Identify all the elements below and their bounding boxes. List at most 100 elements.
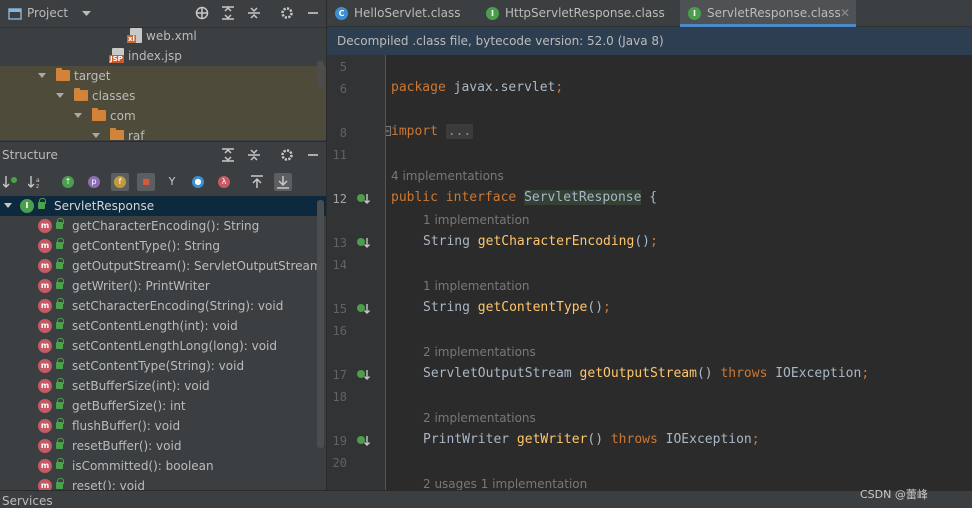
close-icon[interactable]: ✕ xyxy=(840,0,850,27)
autoscroll-to-source-icon[interactable] xyxy=(250,175,264,189)
tree-item-target[interactable]: target xyxy=(0,66,326,86)
implemented-icon[interactable] xyxy=(356,302,370,316)
structure-member[interactable]: m flushBuffer(): void xyxy=(0,416,326,436)
show-properties-button[interactable]: p xyxy=(85,173,103,191)
member-label: setContentLength(int): void xyxy=(72,319,238,333)
chevron-down-icon[interactable] xyxy=(74,113,82,118)
collapse-all-icon[interactable] xyxy=(247,6,261,20)
sort-visibility-icon[interactable] xyxy=(3,175,19,189)
method-icon: m xyxy=(38,339,52,353)
implementations-hint[interactable]: 1 implementation xyxy=(423,209,530,231)
minimize-icon[interactable] xyxy=(306,148,320,162)
structure-member[interactable]: m setContentType(String): void xyxy=(0,356,326,376)
code-line-import: import ... xyxy=(391,124,474,139)
structure-member[interactable]: m reset(): void xyxy=(0,476,326,490)
structure-member[interactable]: m getOutputStream(): ServletOutputStream xyxy=(0,256,326,276)
project-icon xyxy=(8,8,22,20)
project-title[interactable]: Project xyxy=(27,6,68,20)
member-label: setContentLengthLong(long): void xyxy=(72,339,278,353)
public-icon xyxy=(56,258,64,269)
tree-item-index-jsp[interactable]: JSP index.jsp xyxy=(0,46,326,66)
sort-alpha-icon[interactable]: az xyxy=(28,175,44,189)
member-label: flushBuffer(): void xyxy=(72,419,181,433)
show-non-public-button[interactable]: ■ xyxy=(137,173,155,191)
structure-member[interactable]: m isCommitted(): boolean xyxy=(0,456,326,476)
line-number: 5 xyxy=(339,60,347,74)
line-number: 6 xyxy=(339,82,347,96)
implementations-hint[interactable]: 1 implementation xyxy=(423,275,530,297)
public-icon xyxy=(56,278,64,289)
autoscroll-from-source-button[interactable] xyxy=(274,173,292,191)
gear-icon[interactable] xyxy=(280,148,294,162)
locate-icon[interactable] xyxy=(195,6,209,20)
method-icon: m xyxy=(38,439,52,453)
left-panel: Project xl web.xml JSP index.jsp target … xyxy=(0,0,326,490)
tab-http-servlet-response[interactable]: I HttpServletResponse.class xyxy=(478,0,665,27)
chevron-down-icon[interactable] xyxy=(38,73,46,78)
member-label: getCharacterEncoding(): String xyxy=(72,219,260,233)
structure-member[interactable]: m getWriter(): PrintWriter xyxy=(0,276,326,296)
line-number: 11 xyxy=(332,148,347,162)
member-label: getOutputStream(): ServletOutputStream xyxy=(72,259,322,273)
structure-member[interactable]: m setBufferSize(int): void xyxy=(0,376,326,396)
gear-icon[interactable] xyxy=(280,6,294,20)
collapse-all-icon[interactable] xyxy=(247,148,261,162)
implemented-icon[interactable] xyxy=(356,192,370,206)
implemented-icon[interactable] xyxy=(356,434,370,448)
structure-member[interactable]: m setCharacterEncoding(String): void xyxy=(0,296,326,316)
chevron-down-icon[interactable] xyxy=(92,133,100,138)
structure-member[interactable]: m getBufferSize(): int xyxy=(0,396,326,416)
chevron-down-icon[interactable] xyxy=(82,11,91,17)
structure-scrollbar[interactable] xyxy=(317,200,324,448)
tree-item-com[interactable]: com xyxy=(0,106,326,126)
show-lambdas-button[interactable]: λ xyxy=(215,173,233,191)
structure-root[interactable]: I ServletResponse xyxy=(0,196,326,216)
method-icon: m xyxy=(38,219,52,233)
chevron-down-icon[interactable] xyxy=(56,93,64,98)
tab-servlet-response[interactable]: I ServletResponse.class ✕ xyxy=(680,0,856,27)
show-anonymous-button[interactable]: ● xyxy=(189,173,207,191)
decompiled-banner: Decompiled .class file, bytecode version… xyxy=(327,27,972,55)
implemented-icon[interactable] xyxy=(356,368,370,382)
svg-text:z: z xyxy=(36,183,39,189)
structure-member[interactable]: m getContentType(): String xyxy=(0,236,326,256)
services-tab[interactable]: Services xyxy=(2,494,53,508)
code-editor[interactable]: package javax.servlet; import ... 4 impl… xyxy=(386,55,972,490)
member-label: getContentType(): String xyxy=(72,239,221,253)
structure-member[interactable]: m setContentLengthLong(long): void xyxy=(0,336,326,356)
method-icon: m xyxy=(38,279,52,293)
implementations-hint[interactable]: 4 implementations xyxy=(391,165,504,187)
line-number: 18 xyxy=(332,390,347,404)
interface-icon: I xyxy=(20,199,34,213)
implemented-icon[interactable] xyxy=(356,236,370,250)
tree-item-raf[interactable]: raf xyxy=(0,126,326,140)
expand-all-icon[interactable] xyxy=(221,148,235,162)
implementations-hint[interactable]: 2 implementations xyxy=(423,407,536,429)
project-header: Project xyxy=(0,0,326,28)
tree-item-web-xml[interactable]: xl web.xml xyxy=(0,28,326,46)
line-number: 15 xyxy=(332,302,347,316)
bottom-bar: Services xyxy=(0,490,972,508)
method-icon: m xyxy=(38,239,52,253)
chevron-down-icon[interactable] xyxy=(4,203,12,208)
structure-member[interactable]: m resetBuffer(): void xyxy=(0,436,326,456)
structure-member[interactable]: m getCharacterEncoding(): String xyxy=(0,216,326,236)
show-hierarchy-button[interactable]: Y xyxy=(163,173,181,191)
implementations-hint[interactable]: 2 usages 1 implementation xyxy=(423,473,587,490)
minimize-icon[interactable] xyxy=(306,6,320,20)
folded-imports[interactable]: ... xyxy=(445,124,474,139)
tree-item-classes[interactable]: classes xyxy=(0,86,326,106)
project-scrollbar[interactable] xyxy=(317,61,324,87)
jsp-file-icon: JSP xyxy=(109,48,124,63)
show-inherited-button[interactable]: ↑ xyxy=(59,173,77,191)
show-fields-button[interactable]: f xyxy=(111,173,129,191)
code-line-method: String getContentType(); xyxy=(423,300,611,315)
method-icon: m xyxy=(38,359,52,373)
structure-member[interactable]: m setContentLength(int): void xyxy=(0,316,326,336)
method-icon: m xyxy=(38,299,52,313)
implementations-hint[interactable]: 2 implementations xyxy=(423,341,536,363)
line-number: 12 xyxy=(332,192,347,206)
watermark: CSDN @蕾峰 xyxy=(860,488,928,501)
expand-all-icon[interactable] xyxy=(221,6,235,20)
tab-hello-servlet[interactable]: C HelloServlet.class xyxy=(327,0,462,27)
